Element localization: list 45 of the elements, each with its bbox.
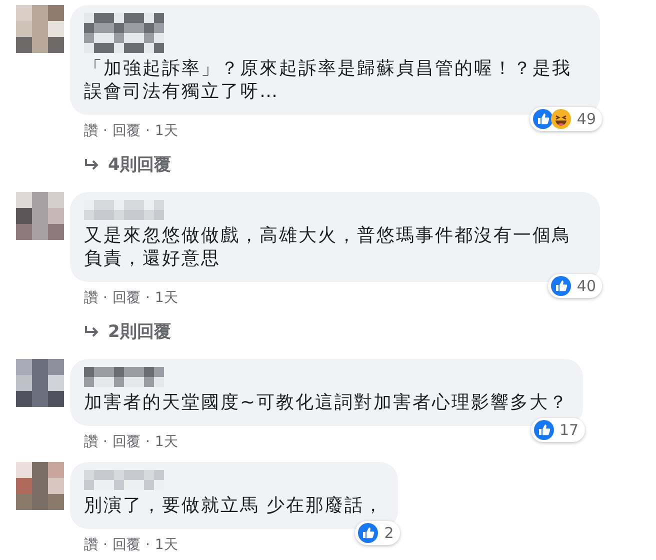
reply-link[interactable]: 回覆 <box>112 535 140 555</box>
laughing-face-icon <box>550 109 571 129</box>
reply-link[interactable]: 回覆 <box>112 432 140 452</box>
comment-text: 加害者的天堂國度~可教化這詞對加害者心理影響多大？ <box>84 391 569 414</box>
thumbs-up-icon <box>534 420 554 440</box>
separator-dot: · <box>103 289 108 308</box>
like-link[interactable]: 讚 <box>84 121 98 141</box>
timestamp: 1天 <box>154 289 178 308</box>
separator-dot: · <box>103 122 108 141</box>
reaction-badge[interactable]: 17 <box>530 418 585 442</box>
avatar <box>16 359 64 407</box>
separator-dot: · <box>103 536 108 555</box>
thumbs-up-icon <box>358 523 378 543</box>
reaction-count: 17 <box>560 421 579 439</box>
reaction-count: 40 <box>576 277 596 295</box>
avatar <box>16 462 64 510</box>
thumbs-up-icon <box>532 109 553 129</box>
reaction-badge[interactable]: 49 <box>530 107 602 131</box>
view-replies-link[interactable]: 4則回覆 <box>84 153 171 176</box>
separator-dot: · <box>145 122 150 141</box>
reaction-count: 49 <box>576 110 596 128</box>
timestamp: 1天 <box>154 122 178 141</box>
comment-text: 「加強起訴率」？原來起訴率是歸蘇貞昌管的喔！？是我誤會司法有獨立了呀… <box>84 57 572 103</box>
reaction-badge[interactable]: 2 <box>355 521 400 545</box>
comment-text: 又是來忽悠做做戲，高雄大火，普悠瑪事件都沒有一個鳥負責，還好意思 <box>84 224 572 270</box>
timestamp: 1天 <box>154 433 178 452</box>
reaction-badge[interactable]: 40 <box>548 274 602 298</box>
timestamp: 1天 <box>154 536 178 555</box>
separator-dot: · <box>103 433 108 452</box>
reply-arrow-icon <box>84 158 100 172</box>
comment-text: 別演了，要做就立馬 少在那廢話， <box>84 494 384 517</box>
separator-dot: · <box>145 433 150 452</box>
reply-link[interactable]: 回覆 <box>112 288 140 308</box>
like-link[interactable]: 讚 <box>84 432 98 452</box>
reply-arrow-icon <box>84 324 100 338</box>
thumbs-up-icon <box>550 276 571 296</box>
avatar <box>16 5 64 53</box>
reply-link[interactable]: 回覆 <box>112 121 140 141</box>
like-link[interactable]: 讚 <box>84 288 98 308</box>
avatar <box>16 192 64 240</box>
like-link[interactable]: 讚 <box>84 535 98 555</box>
separator-dot: · <box>145 289 150 308</box>
separator-dot: · <box>145 536 150 555</box>
reaction-count: 2 <box>384 524 394 542</box>
view-replies-link[interactable]: 2則回覆 <box>84 320 171 343</box>
